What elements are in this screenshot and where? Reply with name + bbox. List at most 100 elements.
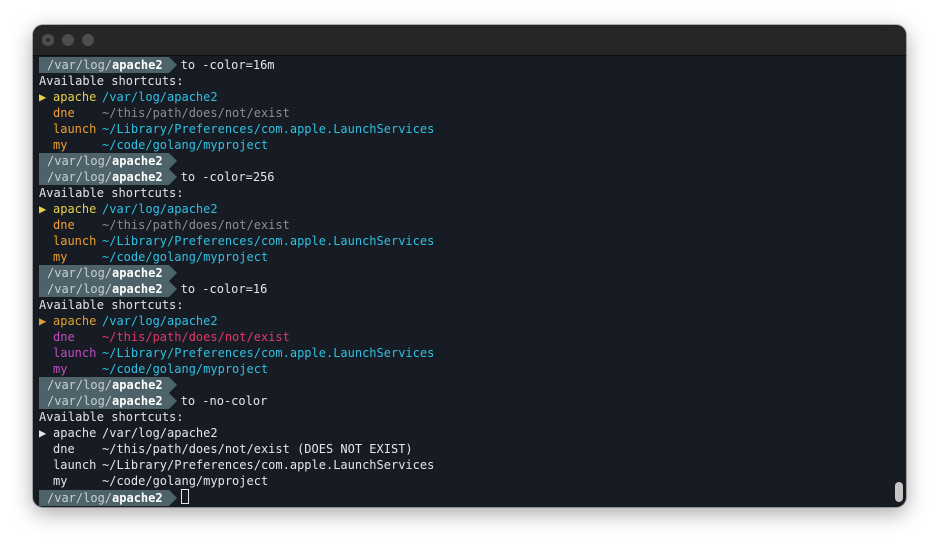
shortcut-row: ▶ apache/var/log/apache2 — [39, 201, 889, 217]
prompt-line: /var/log/apache2 to -color=16 — [39, 281, 889, 297]
selected-marker-icon: ▶ — [39, 314, 47, 328]
scrollbar-thumb[interactable] — [895, 482, 903, 502]
shortcut-row: launch ~/Library/Preferences/com.apple.La… — [39, 121, 889, 137]
shortcut-name: apache — [53, 426, 97, 440]
prompt-dir: /var/log/ — [47, 170, 113, 184]
shortcut-path: /var/log/apache2 — [102, 426, 218, 440]
shortcut-path: ~/Library/Preferences/com.apple.LaunchSe… — [102, 346, 435, 360]
shortcut-path: ~/code/golang/myproject — [102, 362, 269, 376]
prompt-current-dir: apache2 — [112, 266, 163, 280]
shortcut-path: ~/code/golang/myproject — [102, 250, 269, 264]
prompt-current-dir: apache2 — [112, 378, 163, 392]
selected-marker-icon: ▶ — [39, 90, 47, 104]
prompt-segment: /var/log/apache2 — [39, 153, 177, 169]
prompt-current-dir: apache2 — [112, 154, 163, 168]
shortcut-name: launch — [53, 346, 97, 360]
prompt-segment: /var/log/apache2 — [39, 265, 177, 281]
prompt-line: /var/log/apache2 to -no-color — [39, 393, 889, 409]
shortcut-name: apache — [53, 202, 97, 216]
title-bar — [33, 25, 906, 56]
shortcut-row: my ~/code/golang/myproject — [39, 249, 889, 265]
close-button[interactable] — [42, 34, 54, 46]
terminal-output[interactable]: /var/log/apache2 to -color=16m Available s… — [39, 57, 889, 506]
prompt-dir: /var/log/ — [47, 154, 113, 168]
shortcuts-header: Available shortcuts: — [39, 410, 184, 424]
prompt-current-dir: apache2 — [112, 282, 163, 296]
shortcut-row: dne ~/this/path/does/not/exist — [39, 105, 889, 121]
prompt-line: /var/log/apache2 — [39, 377, 889, 393]
shortcut-row: ▶ apache/var/log/apache2 — [39, 425, 889, 441]
minimize-button[interactable] — [62, 34, 74, 46]
prompt-dir: /var/log/ — [47, 58, 113, 72]
shortcut-row: launch ~/Library/Preferences/com.apple.La… — [39, 457, 889, 473]
prompt-dir: /var/log/ — [47, 491, 113, 505]
shortcut-path: /var/log/apache2 — [102, 90, 218, 104]
shortcut-name: my — [53, 362, 68, 376]
selected-marker-icon: ▶ — [39, 202, 47, 216]
prompt-line: /var/log/apache2 to -color=256 — [39, 169, 889, 185]
shortcut-row: launch ~/Library/Preferences/com.apple.La… — [39, 233, 889, 249]
prompt-segment: /var/log/apache2 — [39, 169, 177, 185]
shortcut-row: launch ~/Library/Preferences/com.apple.La… — [39, 345, 889, 361]
shortcut-name: apache — [53, 90, 97, 104]
shortcut-path: ~/this/path/does/not/exist — [102, 106, 290, 120]
shortcut-path: ~/this/path/does/not/exist — [102, 218, 290, 232]
close-icon — [46, 38, 50, 42]
shortcut-name: my — [53, 474, 68, 488]
prompt-current-dir: apache2 — [112, 58, 163, 72]
shortcut-name: my — [53, 138, 68, 152]
shortcut-name: my — [53, 250, 68, 264]
shortcut-name: dne — [53, 218, 75, 232]
text-cursor — [180, 489, 189, 504]
shortcut-path: ~/Library/Preferences/com.apple.LaunchSe… — [102, 234, 435, 248]
maximize-button[interactable] — [82, 34, 94, 46]
prompt-segment: /var/log/apache2 — [39, 281, 177, 297]
shortcut-path: ~/code/golang/myproject — [102, 138, 269, 152]
prompt-line: /var/log/apache2 — [39, 153, 889, 169]
prompt-segment: /var/log/apache2 — [39, 490, 177, 506]
command-text: to -no-color — [180, 394, 268, 408]
prompt-dir: /var/log/ — [47, 378, 113, 392]
shortcut-path: /var/log/apache2 — [102, 202, 218, 216]
shortcut-name: launch — [53, 458, 97, 472]
terminal-window: /var/log/apache2 to -color=16m Available s… — [33, 25, 906, 507]
scrollbar[interactable] — [894, 57, 904, 505]
prompt-line: /var/log/apache2 — [39, 489, 889, 506]
shortcut-row: ▶ apache/var/log/apache2 — [39, 313, 889, 329]
prompt-segment: /var/log/apache2 — [39, 377, 177, 393]
shortcut-path: ~/Library/Preferences/com.apple.LaunchSe… — [102, 122, 435, 136]
command-text: to -color=16 — [180, 282, 268, 296]
shortcut-name: dne — [53, 330, 75, 344]
shortcut-row: my ~/code/golang/myproject — [39, 137, 889, 153]
prompt-dir: /var/log/ — [47, 266, 113, 280]
prompt-dir: /var/log/ — [47, 282, 113, 296]
shortcuts-header: Available shortcuts: — [39, 298, 184, 312]
prompt-line: /var/log/apache2 — [39, 265, 889, 281]
shortcut-path: ~/Library/Preferences/com.apple.LaunchSe… — [102, 458, 435, 472]
shortcut-row: dne ~/this/path/does/not/exist — [39, 217, 889, 233]
selected-marker-icon: ▶ — [39, 426, 47, 440]
prompt-dir: /var/log/ — [47, 394, 113, 408]
shortcut-path: ~/this/path/does/not/exist — [102, 330, 290, 344]
shortcuts-header: Available shortcuts: — [39, 186, 184, 200]
prompt-current-dir: apache2 — [112, 170, 163, 184]
shortcut-name: launch — [53, 234, 97, 248]
prompt-segment: /var/log/apache2 — [39, 57, 177, 73]
prompt-current-dir: apache2 — [112, 394, 163, 408]
shortcut-row: ▶ apache/var/log/apache2 — [39, 89, 889, 105]
shortcut-name: dne — [53, 106, 75, 120]
command-text: to -color=16m — [180, 58, 275, 72]
command-text: to -color=256 — [180, 170, 275, 184]
shortcut-row: my ~/code/golang/myproject — [39, 473, 889, 489]
shortcut-row: my ~/code/golang/myproject — [39, 361, 889, 377]
prompt-segment: /var/log/apache2 — [39, 393, 177, 409]
shortcut-name: dne — [53, 442, 75, 456]
prompt-current-dir: apache2 — [112, 491, 163, 505]
shortcuts-header: Available shortcuts: — [39, 74, 184, 88]
shortcut-path: ~/code/golang/myproject — [102, 474, 269, 488]
prompt-line: /var/log/apache2 to -color=16m — [39, 57, 889, 73]
shortcut-row: dne ~/this/path/does/not/exist — [39, 329, 889, 345]
shortcut-path: /var/log/apache2 — [102, 314, 218, 328]
shortcut-name: apache — [53, 314, 97, 328]
shortcut-row: dne ~/this/path/does/not/exist (DOES NOT … — [39, 441, 889, 457]
